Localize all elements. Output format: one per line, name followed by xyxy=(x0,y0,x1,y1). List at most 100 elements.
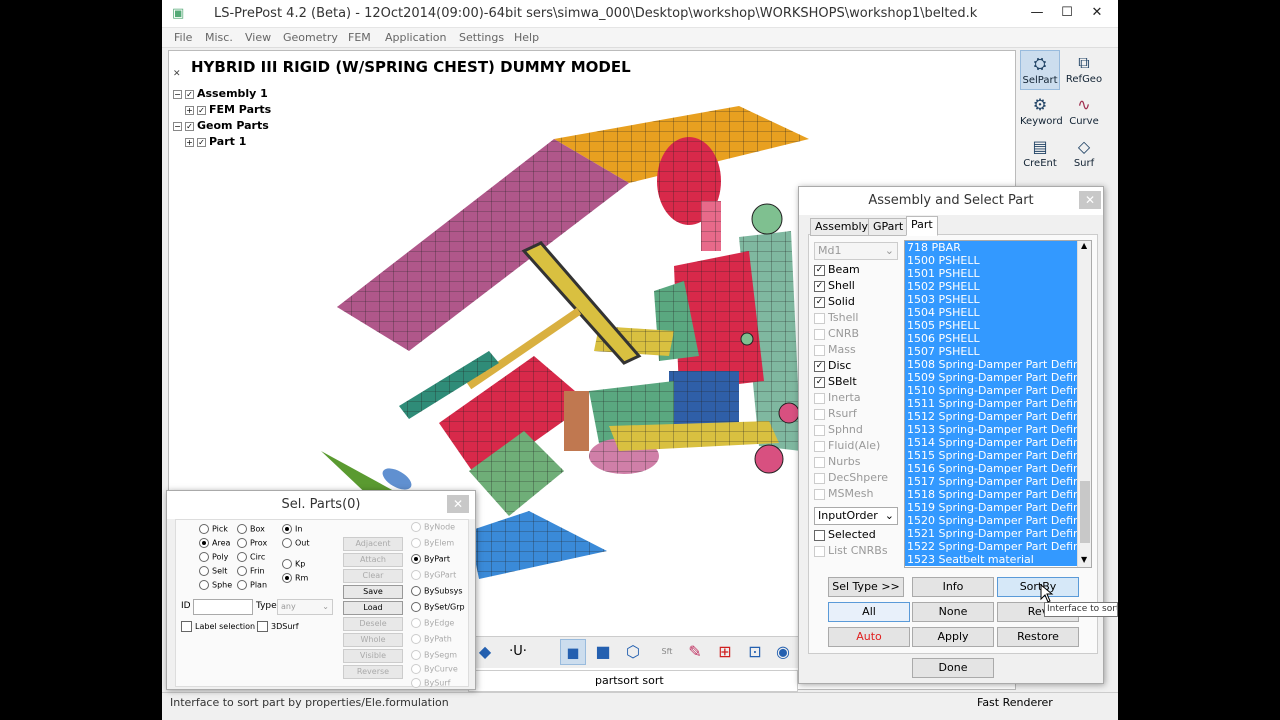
type-checkbox-cnrb[interactable]: CNRB xyxy=(814,327,859,340)
part-list-item[interactable]: 1514 Spring-Damper Part Definition xyxy=(905,436,1077,449)
label-selection-checkbox[interactable]: Label selection xyxy=(181,621,255,632)
part-list-item[interactable]: 1502 PSHELL xyxy=(905,280,1077,293)
sel-parts-close-button[interactable]: ✕ xyxy=(447,495,469,513)
radio-pick[interactable]: Pick xyxy=(199,524,228,534)
sortby-button[interactable]: SortBy xyxy=(997,577,1079,597)
auto-button[interactable]: Auto xyxy=(828,627,910,647)
minimize-button[interactable]: — xyxy=(1020,0,1054,28)
selpart-button[interactable]: ⛭ SelPart xyxy=(1020,50,1060,90)
curve-button[interactable]: ∿ Curve xyxy=(1064,92,1104,132)
part-list-item[interactable]: 1503 PSHELL xyxy=(905,293,1077,306)
wireframe-view-icon[interactable]: ⬡ xyxy=(620,639,646,665)
whole-button[interactable]: Whole xyxy=(343,633,403,647)
type-checkbox-shell[interactable]: ✓ Shell xyxy=(814,279,855,292)
menu-geometry[interactable]: Geometry xyxy=(283,31,338,44)
radio-poly[interactable]: Poly xyxy=(199,552,228,562)
list-cnrbs-checkbox[interactable]: List CNRBs xyxy=(814,544,888,557)
type-checkbox-disc[interactable]: ✓ Disc xyxy=(814,359,851,372)
radio-out[interactable]: Out xyxy=(282,538,310,548)
radio-rm[interactable]: Rm xyxy=(282,573,308,583)
part-list-item[interactable]: 1509 Spring-Damper Part Definition xyxy=(905,371,1077,384)
type-select[interactable]: any ⌄ xyxy=(277,599,333,615)
tab-assembly[interactable]: Assembly xyxy=(810,218,874,236)
maximize-button[interactable]: ☐ xyxy=(1050,0,1084,28)
radio-bysurf[interactable]: BySurf xyxy=(411,678,450,688)
part-list-scrollbar[interactable]: ▲ ▼ xyxy=(1077,241,1091,567)
radio-selt[interactable]: Selt xyxy=(199,566,227,576)
clear-button[interactable]: Clear xyxy=(343,569,403,583)
part-list-item[interactable]: 1517 Spring-Damper Part Definition xyxy=(905,475,1077,488)
radio-byedge[interactable]: ByEdge xyxy=(411,618,454,628)
part-list-item[interactable]: 1501 PSHELL xyxy=(905,267,1077,280)
id-input[interactable] xyxy=(193,599,253,615)
radio-bypart[interactable]: ByPart xyxy=(411,554,450,564)
type-checkbox-nurbs[interactable]: Nurbs xyxy=(814,455,860,468)
radio-bysetgrp[interactable]: BySet/Grp xyxy=(411,602,465,612)
solid-view-icon[interactable]: ■ xyxy=(590,639,616,665)
part-list-item[interactable]: 1522 Spring-Damper Part Definition xyxy=(905,540,1077,553)
menu-help[interactable]: Help xyxy=(514,31,539,44)
type-checkbox-rsurf[interactable]: Rsurf xyxy=(814,407,857,420)
type-checkbox-sphnd[interactable]: Sphnd xyxy=(814,423,863,436)
model-select[interactable]: Md1 ⌄ xyxy=(814,242,898,260)
part-list-item[interactable]: 1504 PSHELL xyxy=(905,306,1077,319)
scroll-down-icon[interactable]: ▼ xyxy=(1081,555,1087,564)
type-checkbox-solid[interactable]: ✓ Solid xyxy=(814,295,855,308)
part-list[interactable]: 718 PBAR 1500 PSHELL 1501 PSHELL 1502 PSHEL… xyxy=(904,240,1092,568)
radio-bysubsys[interactable]: BySubsys xyxy=(411,586,463,596)
type-checkbox-fluid-ale-[interactable]: Fluid(Ale) xyxy=(814,439,880,452)
zoom-box-icon[interactable]: ⊡ xyxy=(742,639,768,665)
menu-file[interactable]: File xyxy=(174,31,192,44)
attach-button[interactable]: Attach xyxy=(343,553,403,567)
keyword-button[interactable]: ⚙ Keyword xyxy=(1020,92,1063,132)
info-button[interactable]: Info xyxy=(912,577,994,597)
creent-button[interactable]: ▤ CreEnt xyxy=(1020,134,1060,174)
type-checkbox-inerta[interactable]: Inerta xyxy=(814,391,861,404)
radio-bypath[interactable]: ByPath xyxy=(411,634,452,644)
surf-button[interactable]: ◇ Surf xyxy=(1064,134,1104,174)
shaded-view-icon[interactable]: ◼ xyxy=(560,639,586,665)
sel-type-button[interactable]: Sel Type >> xyxy=(828,577,904,597)
adjacent-button[interactable]: Adjacent xyxy=(343,537,403,551)
menu-fem[interactable]: FEM xyxy=(348,31,371,44)
part-list-item[interactable]: 1505 PSHELL xyxy=(905,319,1077,332)
part-list-item[interactable]: 1521 Spring-Damper Part Definition xyxy=(905,527,1077,540)
reverse-button[interactable]: Reverse xyxy=(343,665,403,679)
close-button[interactable]: ✕ xyxy=(1080,0,1114,28)
part-list-item[interactable]: 1506 PSHELL xyxy=(905,332,1077,345)
type-checkbox-sbelt[interactable]: ✓ SBelt xyxy=(814,375,857,388)
radio-bycurve[interactable]: ByCurve xyxy=(411,664,458,674)
radio-bynode[interactable]: ByNode xyxy=(411,522,455,532)
radio-circ[interactable]: Circ xyxy=(237,552,265,562)
type-checkbox-beam[interactable]: ✓ Beam xyxy=(814,263,860,276)
radio-sphe[interactable]: Sphe xyxy=(199,580,232,590)
visible-button[interactable]: Visible xyxy=(343,649,403,663)
fit-view-icon[interactable]: ◉ xyxy=(770,639,796,665)
selected-checkbox[interactable]: Selected xyxy=(814,528,876,541)
add-icon[interactable]: ⊞ xyxy=(712,639,738,665)
menu-misc[interactable]: Misc. xyxy=(205,31,233,44)
part-list-item[interactable]: 1508 Spring-Damper Part Definition xyxy=(905,358,1077,371)
part-list-item[interactable]: 1512 Spring-Damper Part Definition xyxy=(905,410,1077,423)
command-line[interactable]: partsort sort xyxy=(468,670,798,692)
radio-bysegm[interactable]: BySegm xyxy=(411,650,457,660)
all-button[interactable]: All xyxy=(828,602,910,622)
save-button[interactable]: Save xyxy=(343,585,403,599)
radio-bygpart[interactable]: ByGPart xyxy=(411,570,456,580)
type-checkbox-decshpere[interactable]: DecShpere xyxy=(814,471,888,484)
type-checkbox-mass[interactable]: Mass xyxy=(814,343,856,356)
load-button[interactable]: Load xyxy=(343,601,403,615)
3dsurf-checkbox[interactable]: 3DSurf xyxy=(257,621,299,632)
part-list-item[interactable]: 1518 Spring-Damper Part Definition xyxy=(905,488,1077,501)
part-list-item[interactable]: 1510 Spring-Damper Part Definition xyxy=(905,384,1077,397)
shift-ctrl-icon[interactable]: Sft xyxy=(654,639,680,665)
tab-gpart[interactable]: GPart xyxy=(868,218,909,236)
order-select[interactable]: InputOrder ⌄ xyxy=(814,507,898,525)
part-list-item[interactable]: 1520 Spring-Damper Part Definition xyxy=(905,514,1077,527)
u-toggle-button[interactable]: ·U· xyxy=(498,639,538,665)
menu-application[interactable]: Application xyxy=(385,31,446,44)
apply-button[interactable]: Apply xyxy=(912,627,994,647)
desele-button[interactable]: Desele xyxy=(343,617,403,631)
done-button[interactable]: Done xyxy=(912,658,994,678)
tab-part[interactable]: Part xyxy=(906,216,938,236)
